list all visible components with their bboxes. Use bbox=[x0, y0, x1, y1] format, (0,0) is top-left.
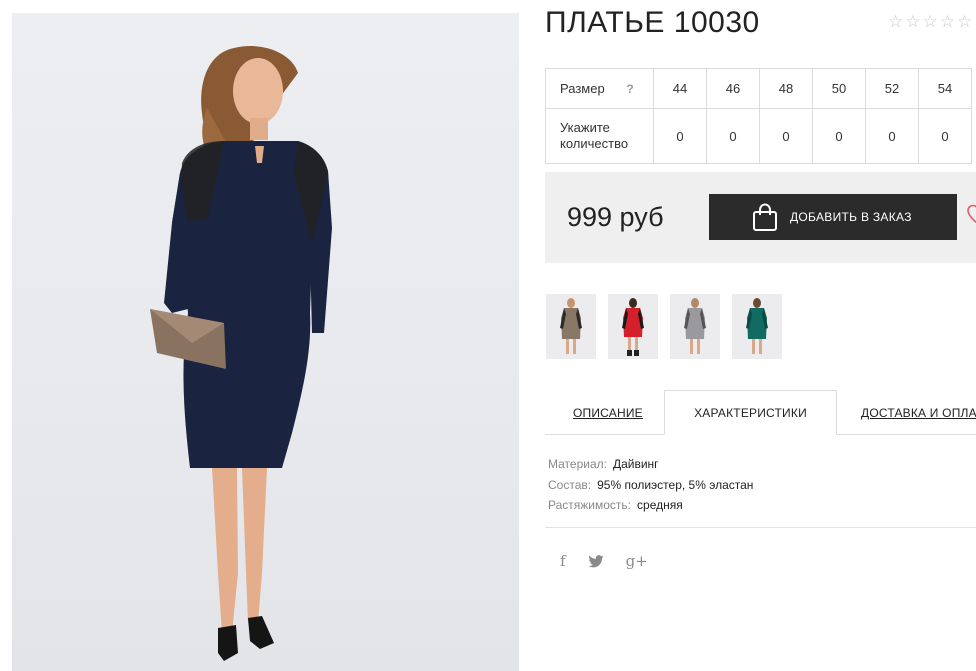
add-to-order-button[interactable]: ДОБАВИТЬ В ЗАКАЗ bbox=[709, 194, 957, 240]
thumbnail-red[interactable] bbox=[608, 294, 658, 359]
thumbnail-green[interactable] bbox=[732, 294, 782, 359]
rating-stars[interactable]: ☆ ☆ ☆ ☆ ☆ bbox=[888, 13, 972, 30]
star-icon[interactable]: ☆ bbox=[888, 13, 903, 30]
size-50: 50 bbox=[812, 68, 866, 109]
color-thumbnails bbox=[546, 294, 782, 359]
quantity-input-44[interactable]: 0 bbox=[653, 108, 707, 164]
star-icon[interactable]: ☆ bbox=[905, 13, 920, 30]
google-plus-icon[interactable]: g+ bbox=[626, 552, 648, 570]
product-title: ПЛАТЬЕ 10030 bbox=[545, 6, 760, 39]
dress-thumbnail-beige-icon bbox=[560, 298, 582, 354]
tab-description[interactable]: ОПИСАНИЕ bbox=[573, 406, 643, 420]
spec-value: средняя bbox=[637, 498, 683, 512]
main-product-photo[interactable] bbox=[12, 13, 519, 671]
quantity-input-52[interactable]: 0 bbox=[865, 108, 919, 164]
spec-row-composition: Состав: 95% полиэстер, 5% эластан bbox=[548, 475, 753, 496]
tab-delivery[interactable]: ДОСТАВКА И ОПЛАТА bbox=[861, 406, 976, 420]
quantity-input-50[interactable]: 0 bbox=[812, 108, 866, 164]
specs-divider bbox=[545, 527, 976, 528]
social-share: f g+ bbox=[560, 552, 648, 570]
dress-thumbnail-red-icon bbox=[622, 298, 644, 356]
quantity-label-line2: количество bbox=[560, 136, 629, 151]
spec-key: Растяжимость: bbox=[548, 498, 632, 512]
quantity-input-54[interactable]: 0 bbox=[918, 108, 972, 164]
quantity-label-cell: Укажите количество bbox=[545, 108, 654, 164]
quantity-input-48[interactable]: 0 bbox=[759, 108, 813, 164]
dress-thumbnail-grey-icon bbox=[684, 298, 706, 354]
thumbnail-beige[interactable] bbox=[546, 294, 596, 359]
size-48: 48 bbox=[759, 68, 813, 109]
size-label: Размер bbox=[560, 80, 605, 96]
star-icon[interactable]: ☆ bbox=[923, 13, 938, 30]
add-to-order-label: ДОБАВИТЬ В ЗАКАЗ bbox=[790, 210, 912, 224]
dress-model-illustration bbox=[150, 45, 332, 661]
quantity-label-line1: Укажите bbox=[560, 120, 610, 135]
thumbnail-grey[interactable] bbox=[670, 294, 720, 359]
size-help-icon[interactable]: ? bbox=[626, 81, 633, 97]
spec-key: Состав: bbox=[548, 477, 592, 492]
size-46: 46 bbox=[706, 68, 760, 109]
characteristics-list: Материал: Дайвинг Состав: 95% полиэстер, 5… bbox=[548, 454, 753, 516]
twitter-icon[interactable] bbox=[588, 554, 604, 568]
facebook-icon[interactable]: f bbox=[560, 552, 566, 570]
dress-thumbnail-green-icon bbox=[746, 298, 768, 354]
size-label-cell: Размер ? bbox=[545, 68, 654, 109]
spec-value: 95% полиэстер, 5% эластан bbox=[597, 477, 754, 492]
star-icon[interactable]: ☆ bbox=[957, 13, 972, 30]
size-table: Размер ? 44 46 48 50 52 54 Укажите колич… bbox=[545, 68, 972, 164]
tab-characteristics[interactable]: ХАРАКТЕРИСТИКИ bbox=[664, 390, 837, 435]
heart-icon[interactable] bbox=[967, 203, 976, 225]
price-box: 999 руб ДОБАВИТЬ В ЗАКАЗ bbox=[545, 172, 976, 263]
spec-row-stretch: Растяжимость: средняя bbox=[548, 495, 753, 516]
star-icon[interactable]: ☆ bbox=[940, 13, 955, 30]
size-54: 54 bbox=[918, 68, 972, 109]
spec-value: Дайвинг bbox=[612, 457, 659, 471]
spec-key: Материал: bbox=[548, 457, 607, 471]
quantity-input-46[interactable]: 0 bbox=[706, 108, 760, 164]
size-52: 52 bbox=[865, 68, 919, 109]
size-44: 44 bbox=[653, 68, 707, 109]
spec-row-material: Материал: Дайвинг bbox=[548, 454, 753, 475]
shopping-bag-icon bbox=[753, 203, 777, 231]
price-value: 999 руб bbox=[567, 202, 664, 232]
